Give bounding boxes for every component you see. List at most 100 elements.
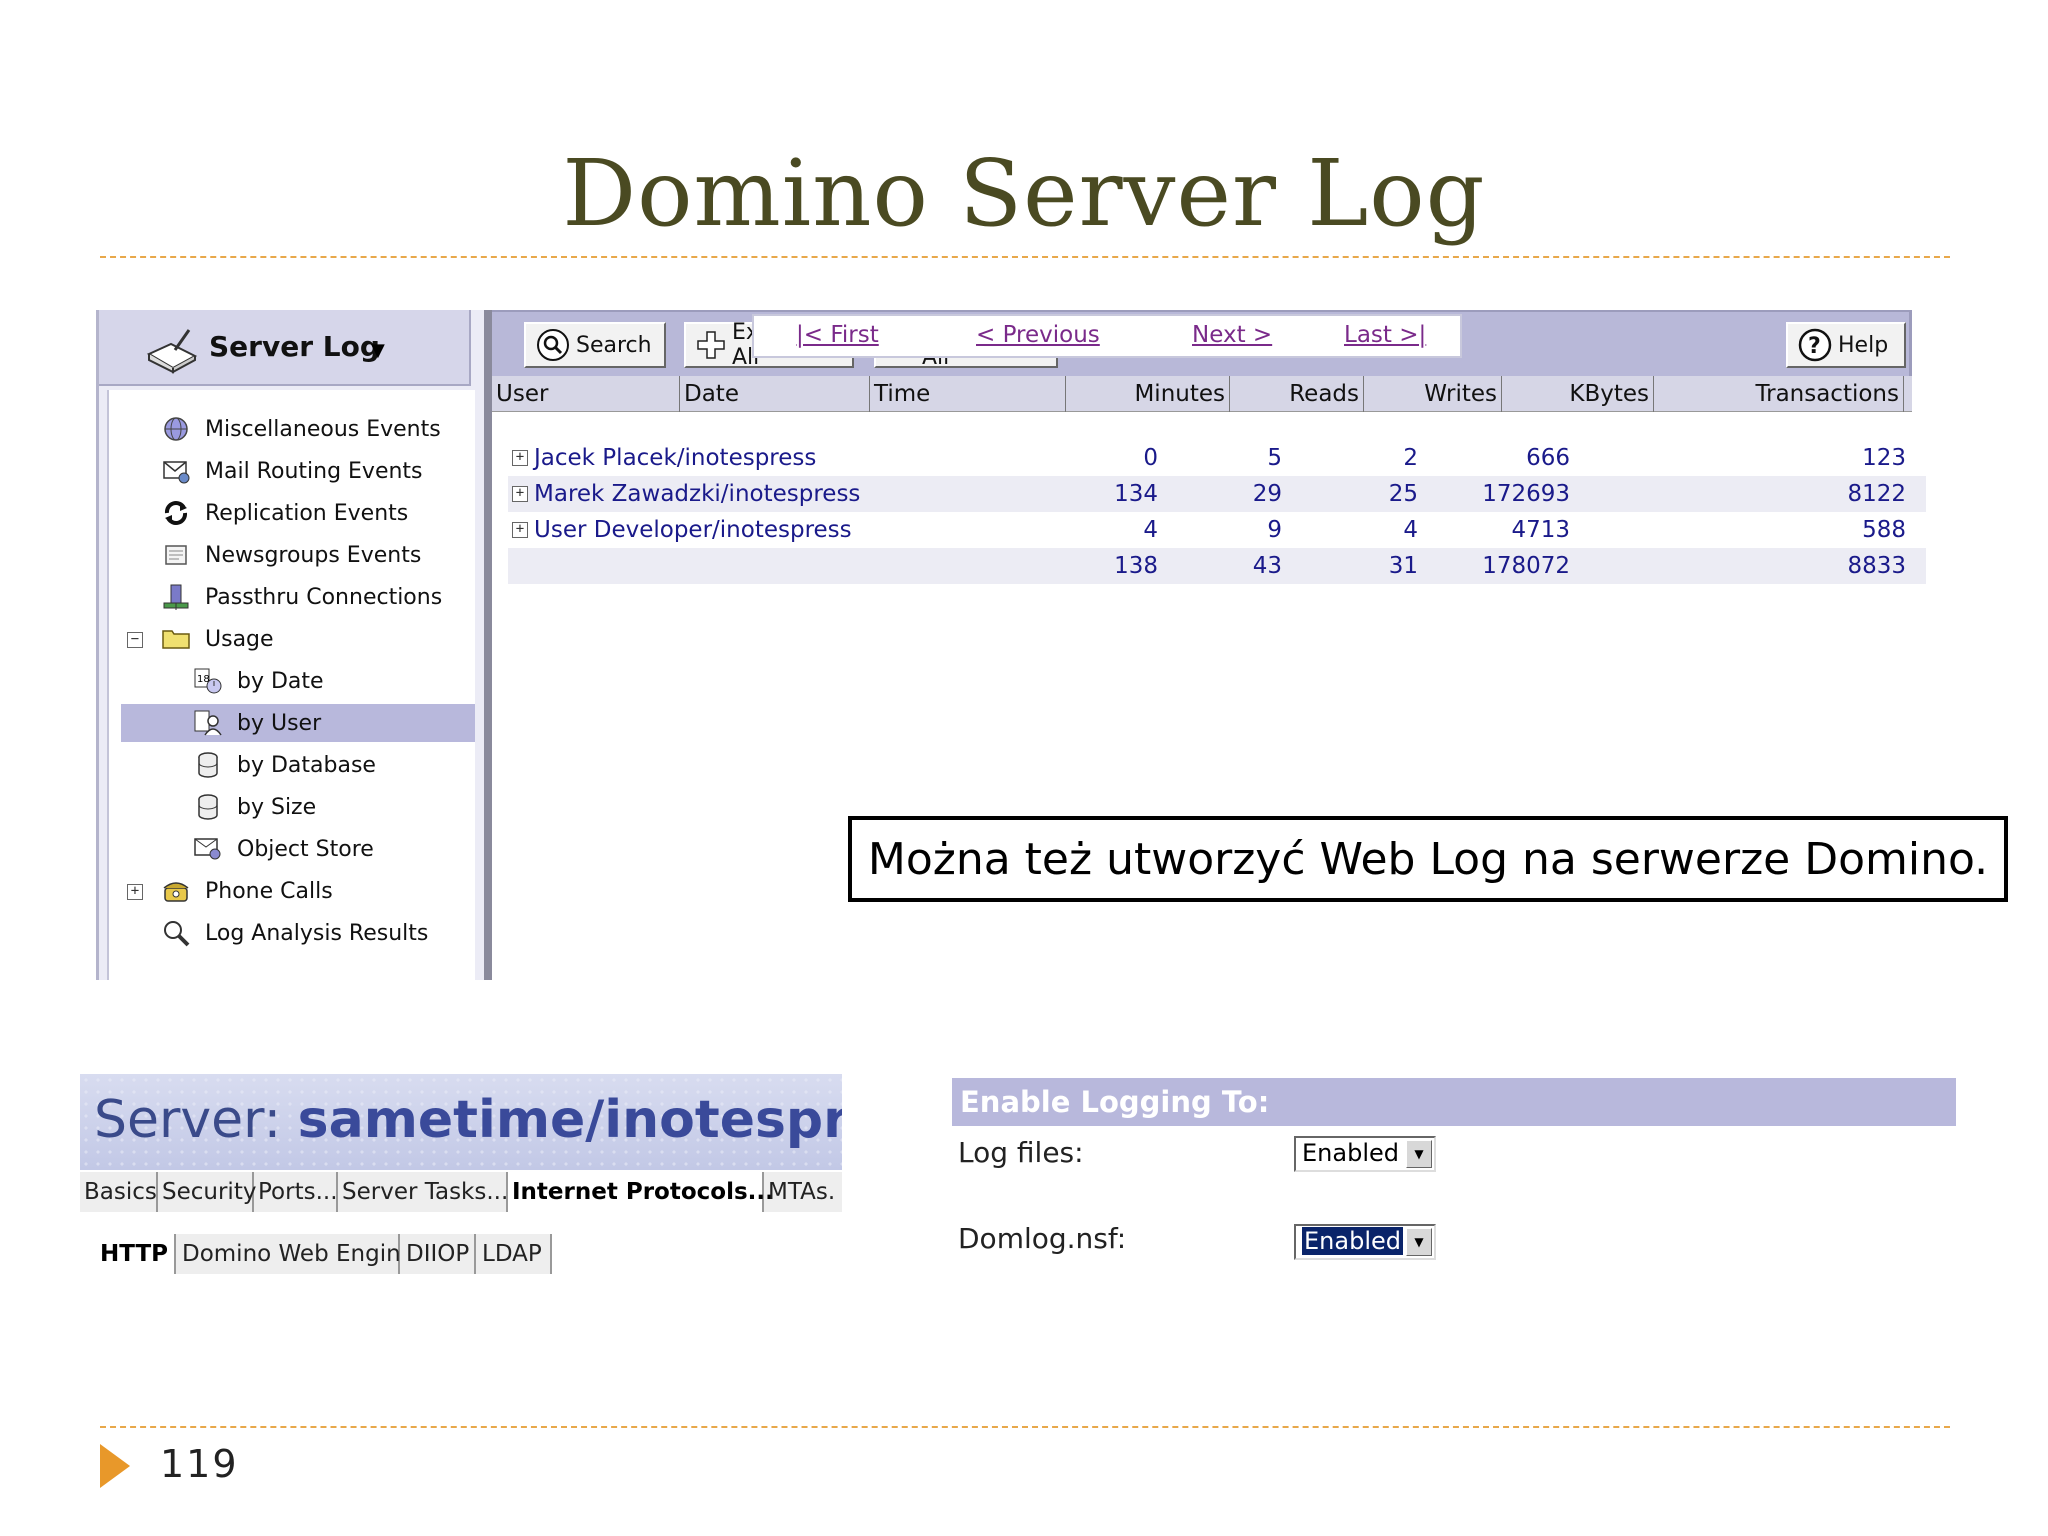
callout-note: Można też utworzyć Web Log na serwerze D…: [848, 816, 2008, 902]
transactions-cell: 123: [1862, 445, 1906, 471]
slide-title: Domino Server Log: [562, 140, 1486, 247]
column-header-kbytes[interactable]: KBytes: [1502, 376, 1654, 412]
log-files-value: Enabled: [1302, 1139, 1399, 1167]
nav-item-by-date[interactable]: 18 by Date: [193, 662, 324, 700]
navigator-title: Server Log: [209, 330, 380, 363]
help-button[interactable]: ? Help: [1786, 322, 1906, 368]
server-banner: Server: sametime/inotespress: [80, 1074, 842, 1170]
user-cell: Marek Zawadzki/inotespress: [534, 481, 861, 507]
globe-icon: [161, 415, 191, 443]
user-icon: [193, 709, 223, 737]
nav-item-label: Object Store: [237, 836, 374, 862]
column-header-user[interactable]: User: [492, 376, 680, 412]
nav-item-by-size[interactable]: by Size: [193, 788, 316, 826]
nav-item-newsgroups-events[interactable]: Newsgroups Events: [161, 536, 421, 574]
minutes-cell: 4: [1143, 517, 1158, 543]
kbytes-cell: 4713: [1511, 517, 1570, 543]
last-page-link[interactable]: Last >|: [1344, 322, 1426, 348]
user-cell: Jacek Placek/inotespress: [534, 445, 817, 471]
nav-item-passthru-connections[interactable]: Passthru Connections: [161, 578, 442, 616]
pane-splitter[interactable]: [484, 310, 492, 980]
nav-item-log-analysis-results[interactable]: Log Analysis Results: [161, 914, 428, 952]
nav-item-replication-events[interactable]: Replication Events: [161, 494, 408, 532]
nav-item-usage[interactable]: Usage: [161, 620, 274, 658]
object-store-icon: [193, 835, 223, 863]
nav-item-label: Newsgroups Events: [205, 542, 422, 568]
reads-cell: 9: [1267, 517, 1282, 543]
minutes-total: 138: [1114, 553, 1158, 579]
log-files-label: Log files:: [958, 1136, 1084, 1169]
server-prefix: Server:: [94, 1090, 298, 1150]
nav-item-phone-calls[interactable]: Phone Calls: [161, 872, 333, 910]
reads-total: 43: [1252, 553, 1282, 579]
chevron-down-icon[interactable]: ▼: [1406, 1140, 1432, 1168]
nav-item-label: by Date: [237, 668, 324, 694]
nav-item-by-database[interactable]: by Database: [193, 746, 376, 784]
expand-row-icon[interactable]: +: [512, 450, 528, 466]
search-button[interactable]: Search: [524, 322, 666, 368]
domlog-label: Domlog.nsf:: [958, 1222, 1127, 1255]
expand-phone-calls-icon[interactable]: +: [127, 884, 143, 900]
collapse-usage-icon[interactable]: −: [127, 632, 143, 648]
nav-item-object-store[interactable]: Object Store: [193, 830, 374, 868]
tab-server-tasks[interactable]: Server Tasks...: [338, 1172, 508, 1212]
table-row[interactable]: + Jacek Placek/inotespress 0 5 2 666 123: [508, 440, 1926, 476]
database-icon: [193, 793, 223, 821]
page-number: 119: [160, 1442, 239, 1486]
chevron-down-icon[interactable]: ▼: [1406, 1228, 1432, 1256]
mail-routing-icon: [161, 457, 191, 485]
kbytes-cell: 666: [1526, 445, 1570, 471]
nav-item-by-user[interactable]: by User: [121, 704, 475, 742]
column-header-transactions[interactable]: Transactions: [1654, 376, 1904, 412]
totals-row: 138 43 31 178072 8833: [508, 548, 1926, 584]
previous-page-link[interactable]: < Previous: [976, 322, 1100, 348]
nav-item-label: Passthru Connections: [205, 584, 443, 610]
subtab-domino-web-engine[interactable]: Domino Web Engine: [176, 1234, 415, 1274]
domlog-select[interactable]: Enabled ▼: [1294, 1224, 1436, 1260]
tab-basics[interactable]: Basics: [80, 1172, 158, 1212]
server-heading: Server: sametime/inotespress: [94, 1090, 842, 1150]
log-files-select[interactable]: Enabled ▼: [1294, 1136, 1436, 1172]
navigator-list: Miscellaneous Events Mail Routing Events…: [107, 390, 475, 980]
column-header-writes[interactable]: Writes: [1364, 376, 1502, 412]
enable-logging-header: Enable Logging To:: [952, 1078, 1956, 1126]
tab-mtas[interactable]: MTAs.: [764, 1172, 842, 1212]
navigator-header[interactable]: Server Log ▼: [99, 310, 471, 386]
column-headers: User Date Time Minutes Reads Writes KByt…: [492, 376, 1912, 412]
subtab-diiop[interactable]: DIIOP: [400, 1234, 476, 1274]
subtab-http[interactable]: HTTP: [94, 1234, 176, 1274]
dropdown-caret-icon[interactable]: ▼: [371, 340, 385, 361]
subtab-ldap[interactable]: LDAP: [476, 1234, 552, 1274]
column-header-minutes[interactable]: Minutes: [1066, 376, 1230, 412]
expand-row-icon[interactable]: +: [512, 486, 528, 502]
first-page-link[interactable]: |< First: [796, 322, 879, 348]
minutes-cell: 134: [1114, 481, 1158, 507]
nav-item-mail-routing-events[interactable]: Mail Routing Events: [161, 452, 423, 490]
tab-ports[interactable]: Ports...: [254, 1172, 338, 1212]
expand-icon: [696, 330, 726, 360]
expand-row-icon[interactable]: +: [512, 522, 528, 538]
column-header-date[interactable]: Date: [680, 376, 870, 412]
nav-item-label: Miscellaneous Events: [205, 416, 441, 442]
tab-security[interactable]: Security: [158, 1172, 256, 1212]
svg-text:?: ?: [1808, 334, 1821, 359]
nav-item-label: Mail Routing Events: [205, 458, 423, 484]
column-header-reads[interactable]: Reads: [1230, 376, 1364, 412]
replication-icon: [161, 499, 191, 527]
transactions-cell: 588: [1862, 517, 1906, 543]
book-icon: [146, 329, 198, 374]
nav-item-miscellaneous-events[interactable]: Miscellaneous Events: [161, 410, 441, 448]
transactions-cell: 8122: [1847, 481, 1906, 507]
tab-internet-protocols[interactable]: Internet Protocols...: [508, 1172, 774, 1212]
column-header-time[interactable]: Time: [870, 376, 1066, 412]
table-row[interactable]: + Marek Zawadzki/inotespress 134 29 25 1…: [508, 476, 1926, 512]
table-row[interactable]: + User Developer/inotespress 4 9 4 4713 …: [508, 512, 1926, 548]
bullet-arrow-icon: [100, 1444, 130, 1488]
next-page-link[interactable]: Next >: [1192, 322, 1272, 348]
reads-cell: 29: [1252, 481, 1282, 507]
help-icon: ?: [1798, 328, 1832, 362]
writes-cell: 2: [1403, 445, 1418, 471]
server-name: sametime/inotespress: [297, 1090, 842, 1150]
minutes-cell: 0: [1143, 445, 1158, 471]
search-label: Search: [576, 332, 652, 358]
